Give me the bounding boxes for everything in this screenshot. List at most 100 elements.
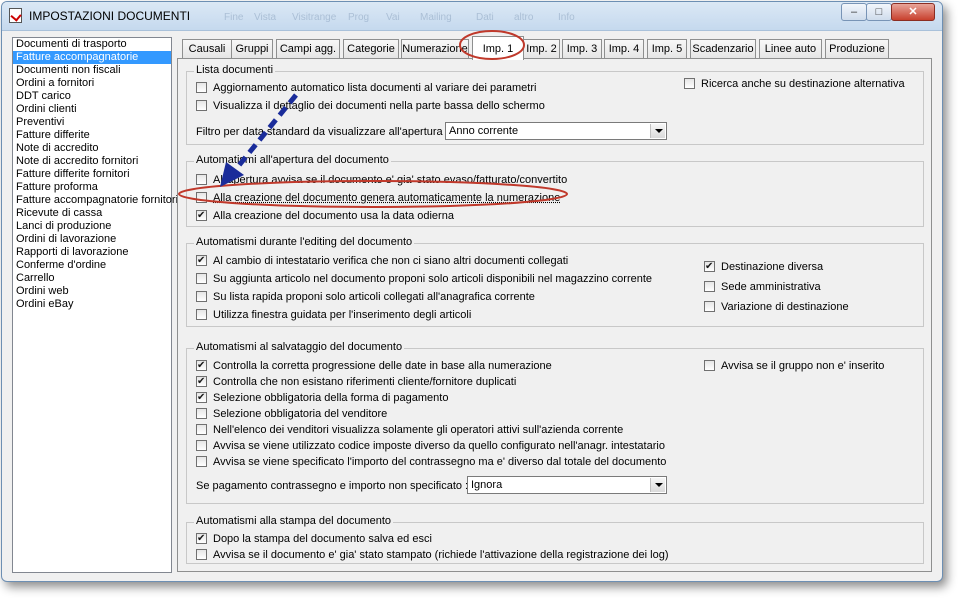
- tab-numerazione[interactable]: Numerazione: [401, 39, 469, 59]
- checkbox-label: Destinazione diversa: [721, 261, 824, 273]
- checkbox-label: Ricerca anche su destinazione alternativ…: [701, 78, 905, 90]
- tab-imp-2[interactable]: Imp. 2: [523, 39, 560, 59]
- checkbox-box[interactable]: [196, 174, 207, 185]
- checkbox-label: Alla creazione del documento genera auto…: [213, 192, 561, 204]
- close-button[interactable]: ✕: [891, 3, 935, 21]
- chevron-down-icon[interactable]: [650, 124, 665, 138]
- tab-gruppi[interactable]: Gruppi: [231, 39, 273, 59]
- group-title: Automatismi al salvataggio del documento: [194, 341, 405, 353]
- group-stampa: Automatismi alla stampa del documento Do…: [186, 515, 924, 564]
- checkbox-box[interactable]: [196, 192, 207, 203]
- document-type-list[interactable]: Documenti di trasporto Fatture accompagna…: [12, 37, 178, 573]
- group-lista-documenti: Lista documenti Aggiornamento automatico…: [186, 64, 924, 145]
- ghost-menu-item: Mailing: [420, 12, 452, 23]
- tab-causali[interactable]: Causali: [182, 39, 232, 59]
- tab-campi-agg[interactable]: Campi agg.: [276, 39, 340, 59]
- checkbox-box[interactable]: [196, 254, 207, 267]
- checkbox-box[interactable]: [196, 549, 207, 560]
- group-title: Automatismi alla stampa del documento: [194, 515, 394, 527]
- list-item[interactable]: Fatture proforma: [13, 181, 171, 194]
- checkbox-box[interactable]: [196, 408, 207, 419]
- chevron-down-icon[interactable]: [650, 478, 665, 492]
- list-item[interactable]: Documenti di trasporto: [13, 38, 171, 51]
- tab-imp-4[interactable]: Imp. 4: [604, 39, 644, 59]
- tab-imp-3[interactable]: Imp. 3: [562, 39, 602, 59]
- tab-produzione[interactable]: Produzione: [825, 39, 889, 59]
- checkbox-label: Avvisa se viene utilizzato codice impost…: [213, 440, 665, 452]
- list-item[interactable]: Conferme d'ordine: [13, 259, 171, 272]
- maximize-button[interactable]: □: [866, 3, 892, 21]
- ghost-menu-item: Prog: [348, 12, 370, 23]
- list-item[interactable]: Fatture accompagnatorie fornitori: [13, 194, 178, 207]
- checkbox-label: All'apertura avvisa se il documento e' g…: [213, 174, 568, 186]
- checkbox-box[interactable]: [196, 532, 207, 545]
- checkbox-box[interactable]: [196, 375, 207, 388]
- checkbox-label: Sede amministrativa: [721, 281, 821, 293]
- checkbox-label: Selezione obbligatoria del venditore: [213, 408, 388, 420]
- ghost-menu-item: Visitrange: [292, 12, 337, 23]
- checkbox-box[interactable]: [196, 309, 207, 320]
- checkbox-box[interactable]: [704, 360, 715, 371]
- list-item[interactable]: Ordini eBay: [13, 298, 171, 311]
- checkbox-box[interactable]: [196, 359, 207, 372]
- title-bar: IMPOSTAZIONI DOCUMENTI Fine Vista Visitr…: [2, 2, 942, 31]
- tab-panel-imp1: Lista documenti Aggiornamento automatico…: [177, 58, 932, 572]
- list-item[interactable]: Ordini a fornitori: [13, 77, 171, 90]
- group-editing: Automatismi durante l'editing del docume…: [186, 236, 924, 327]
- tab-scadenzario[interactable]: Scadenzario: [690, 39, 756, 59]
- minimize-button[interactable]: –: [841, 3, 867, 21]
- list-item[interactable]: Note di accredito fornitori: [13, 155, 171, 168]
- list-item[interactable]: Lanci di produzione: [13, 220, 171, 233]
- tab-imp-5[interactable]: Imp. 5: [647, 39, 687, 59]
- checkbox-box[interactable]: [196, 456, 207, 467]
- ghost-menu-item: altro: [514, 12, 534, 23]
- checkbox-box[interactable]: [196, 100, 207, 111]
- checkbox-label: Utilizza finestra guidata per l'inserime…: [213, 309, 472, 321]
- list-item[interactable]: Rapporti di lavorazione: [13, 246, 171, 259]
- group-salvataggio: Automatismi al salvataggio del documento…: [186, 341, 924, 504]
- list-item[interactable]: Note di accredito: [13, 142, 171, 155]
- checkbox-box[interactable]: [196, 82, 207, 93]
- checkbox-label: Alla creazione del documento usa la data…: [213, 210, 454, 222]
- settings-window: IMPOSTAZIONI DOCUMENTI Fine Vista Visitr…: [1, 1, 943, 582]
- checkbox-label: Al cambio di intestatario verifica che n…: [213, 255, 569, 267]
- list-item[interactable]: Carrello: [13, 272, 171, 285]
- checkbox-label: Avvisa se il documento e' gia' stato sta…: [213, 549, 669, 561]
- checkbox-label: Dopo la stampa del documento salva ed es…: [213, 533, 432, 545]
- checkbox-box[interactable]: [196, 391, 207, 404]
- checkbox-box[interactable]: [196, 209, 207, 222]
- list-item[interactable]: Ordini clienti: [13, 103, 171, 116]
- pagamento-label: Se pagamento contrassegno e importo non …: [196, 480, 469, 492]
- checkbox-label: Su aggiunta articolo nel documento propo…: [213, 273, 653, 285]
- checkbox-label: Su lista rapida proponi solo articoli co…: [213, 291, 535, 303]
- list-item[interactable]: Ricevute di cassa: [13, 207, 171, 220]
- list-item[interactable]: Preventivi: [13, 116, 171, 129]
- group-apertura: Automatismi all'apertura del documento A…: [186, 154, 924, 227]
- list-item[interactable]: Ordini web: [13, 285, 171, 298]
- window-title: IMPOSTAZIONI DOCUMENTI: [29, 9, 191, 23]
- filter-date-select[interactable]: Anno corrente: [445, 122, 667, 140]
- list-item[interactable]: DDT carico: [13, 90, 171, 103]
- tab-linee-auto[interactable]: Linee auto: [759, 39, 822, 59]
- checkbox-box[interactable]: [196, 273, 207, 284]
- tab-categorie[interactable]: Categorie: [343, 39, 399, 59]
- checkbox-label: Avvisa se viene specificato l'importo de…: [213, 456, 667, 468]
- list-item[interactable]: Fatture accompagnatorie: [13, 51, 171, 64]
- checkbox-box[interactable]: [704, 301, 715, 312]
- ghost-menu-item: Vista: [254, 12, 277, 23]
- filter-date-value: Anno corrente: [449, 125, 519, 137]
- checkbox-box[interactable]: [196, 291, 207, 302]
- checkbox-box[interactable]: [196, 440, 207, 451]
- list-item[interactable]: Ordini di lavorazione: [13, 233, 171, 246]
- list-item[interactable]: Fatture differite fornitori: [13, 168, 171, 181]
- list-item[interactable]: Fatture differite: [13, 129, 171, 142]
- checkbox-box[interactable]: [704, 260, 715, 273]
- tab-imp-1[interactable]: Imp. 1: [472, 36, 524, 60]
- group-title: Automatismi durante l'editing del docume…: [194, 236, 415, 248]
- checkbox-box[interactable]: [196, 424, 207, 435]
- checkbox-label: Aggiornamento automatico lista documenti…: [213, 82, 537, 94]
- pagamento-select[interactable]: Ignora: [467, 476, 667, 494]
- checkbox-box[interactable]: [684, 78, 695, 89]
- list-item[interactable]: Documenti non fiscali: [13, 64, 171, 77]
- checkbox-box[interactable]: [704, 281, 715, 292]
